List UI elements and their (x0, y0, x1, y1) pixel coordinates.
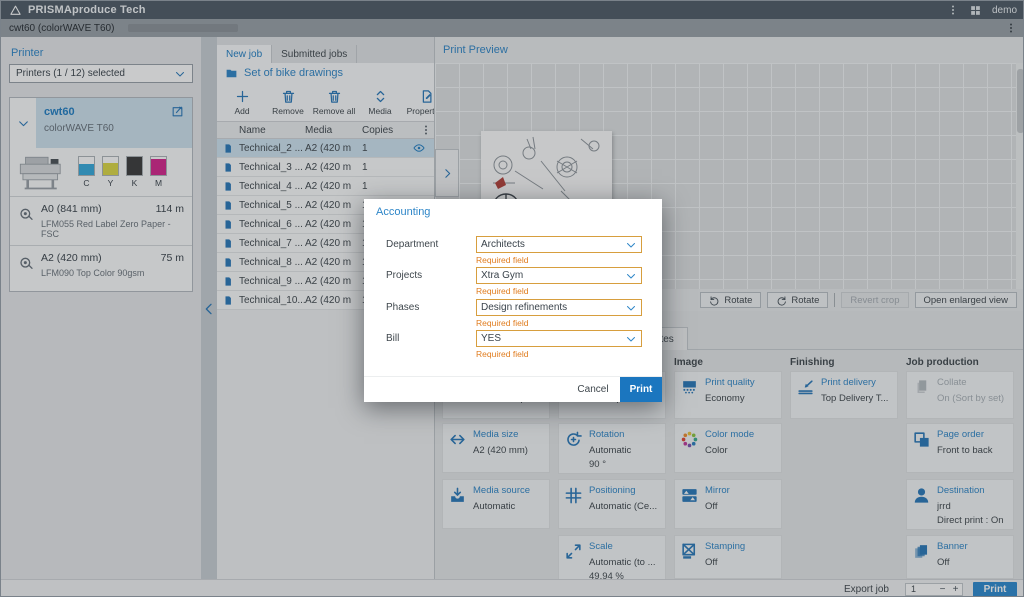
field-label: Phases (386, 302, 419, 313)
cancel-button[interactable]: Cancel (566, 377, 620, 402)
field-label: Department (386, 239, 438, 250)
chevron-down-icon (625, 302, 637, 314)
dialog-field: Projects Xtra Gym Required field (364, 267, 662, 297)
required-field-hint: Required field (476, 318, 528, 328)
field-value: Design refinements (481, 302, 567, 313)
field-label: Projects (386, 270, 422, 281)
field-value: YES (481, 333, 501, 344)
dialog-field: Phases Design refinements Required field (364, 299, 662, 329)
dialog-field: Bill YES Required field (364, 330, 662, 360)
field-select[interactable]: Xtra Gym (476, 267, 642, 284)
field-select[interactable]: Design refinements (476, 299, 642, 316)
chevron-down-icon (625, 239, 637, 251)
required-field-hint: Required field (476, 286, 528, 296)
chevron-down-icon (625, 270, 637, 282)
application-window: PRISMAproduce Tech demo cwt60 (colorWAVE… (0, 0, 1024, 597)
accounting-dialog: Accounting Department Architects Require… (364, 199, 662, 402)
required-field-hint: Required field (476, 255, 528, 265)
chevron-down-icon (625, 333, 637, 345)
field-select[interactable]: YES (476, 330, 642, 347)
field-select[interactable]: Architects (476, 236, 642, 253)
field-value: Architects (481, 239, 525, 250)
required-field-hint: Required field (476, 349, 528, 359)
dialog-title: Accounting (376, 206, 430, 218)
dialog-field: Department Architects Required field (364, 236, 662, 266)
dialog-footer: Cancel Print (364, 376, 662, 402)
dialog-print-button[interactable]: Print (620, 377, 662, 402)
field-label: Bill (386, 333, 399, 344)
field-value: Xtra Gym (481, 270, 523, 281)
